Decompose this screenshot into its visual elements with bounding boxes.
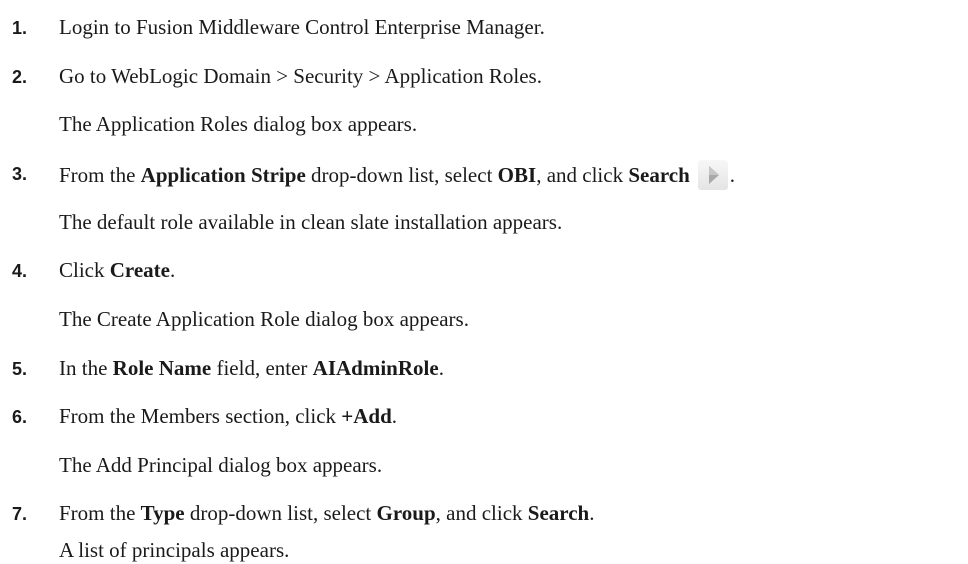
- step-text: From the Type drop-down list, select Gro…: [59, 500, 595, 526]
- step-text-part: .: [438, 356, 444, 380]
- step-text-part: From the: [59, 163, 141, 187]
- step-text-part: , and click: [536, 163, 629, 187]
- button-label-search: Search: [628, 163, 690, 187]
- step-result-text: The Application Roles dialog box appears…: [59, 112, 418, 136]
- instruction-document: 1. Login to Fusion Middleware Control En…: [0, 0, 968, 564]
- step-text-part: From the: [59, 501, 141, 525]
- value-group: Group: [376, 501, 436, 525]
- step-text-part: In the: [59, 356, 113, 380]
- step-text-part: .: [589, 501, 595, 525]
- step-number: 4.: [12, 261, 28, 281]
- step-number: 1.: [12, 18, 28, 38]
- step-text: Go to WebLogic Domain > Security > Appli…: [59, 64, 542, 88]
- step-text-part: drop-down list, select: [184, 501, 377, 525]
- field-label-application-stripe: Application Stripe: [140, 163, 306, 187]
- step-text: Click Create.: [59, 257, 175, 283]
- button-label-add: +Add: [341, 404, 392, 428]
- step-text-part: field, enter: [211, 356, 313, 380]
- value-obi: OBI: [497, 163, 537, 187]
- button-label-create: Create: [109, 258, 170, 282]
- step-text-part: drop-down list, select: [305, 163, 498, 187]
- step-number: 3.: [12, 164, 28, 184]
- step-text-part: .: [391, 404, 398, 428]
- field-label-role-name: Role Name: [112, 356, 212, 380]
- step-result-text: The Create Application Role dialog box a…: [59, 307, 469, 331]
- step-text-part: , and click: [435, 501, 528, 525]
- value-aiadminrole: AIAdminRole: [312, 356, 439, 380]
- field-label-type: Type: [140, 501, 185, 525]
- step-text: From the Application Stripe drop-down li…: [59, 160, 735, 190]
- step-text: From the Members section, click +Add.: [59, 403, 397, 429]
- step-text: Login to Fusion Middleware Control Enter…: [59, 15, 545, 39]
- step-number: 2.: [12, 67, 28, 87]
- step-result-text: The Add Principal dialog box appears.: [59, 453, 383, 477]
- step-text-part: Click: [59, 258, 110, 282]
- step-result-text: A list of principals appears.: [59, 538, 290, 562]
- step-number: 5.: [12, 359, 28, 379]
- step-number: 6.: [12, 407, 28, 427]
- step-number: 7.: [12, 504, 28, 524]
- step-text-part: From the Members section, click: [59, 404, 342, 428]
- step-text-part: .: [170, 258, 176, 282]
- button-label-search: Search: [527, 501, 590, 525]
- step-text-part: .: [729, 163, 736, 187]
- search-arrow-icon: [697, 160, 728, 190]
- step-text: In the Role Name field, enter AIAdminRol…: [59, 355, 444, 381]
- step-result-text: The default role available in clean slat…: [59, 210, 563, 234]
